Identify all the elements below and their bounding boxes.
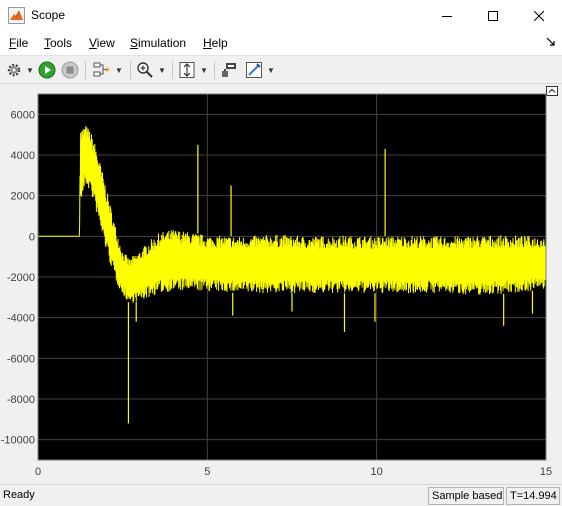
menu-view-mnemonic: V <box>89 36 97 50</box>
menu-tools[interactable]: Tools <box>44 36 72 50</box>
scale-axes-dropdown[interactable]: ▼ <box>199 62 209 78</box>
menu-help-mnemonic: H <box>203 36 212 50</box>
settings-dropdown[interactable]: ▼ <box>25 62 35 78</box>
style-button[interactable] <box>219 60 239 80</box>
y-tick-label: 4000 <box>11 150 35 162</box>
measurements-dropdown[interactable]: ▼ <box>266 62 276 78</box>
menu-help-label: elp <box>211 36 228 50</box>
cursor-measurements-button[interactable] <box>244 60 264 80</box>
zoom-dropdown[interactable]: ▼ <box>157 62 167 78</box>
x-tick-label: 15 <box>540 466 552 478</box>
y-tick-label: -2000 <box>7 272 35 284</box>
zoom-in-icon <box>137 62 153 78</box>
status-text: Ready <box>3 489 35 501</box>
sample-mode-indicator: Sample based <box>428 487 504 505</box>
y-tick-label: -6000 <box>7 353 35 365</box>
minimize-button[interactable] <box>424 0 470 31</box>
maximize-button[interactable] <box>470 0 516 31</box>
matlab-scope-icon <box>8 7 25 24</box>
title-bar: Scope <box>0 0 562 31</box>
dock-arrow-icon[interactable] <box>546 37 556 47</box>
settings-button[interactable] <box>4 60 24 80</box>
menu-file-label: ile <box>16 36 29 50</box>
toolbar-separator <box>214 61 215 79</box>
x-tick-label: 10 <box>371 466 383 478</box>
y-tick-label: 0 <box>29 231 35 243</box>
menu-simulation-label: imulation <box>138 36 187 50</box>
settings-gear-icon <box>7 63 21 77</box>
stop-icon <box>61 61 79 79</box>
run-button[interactable] <box>37 60 57 80</box>
menu-simulation-mnemonic: S <box>130 36 139 50</box>
signal-selector-button[interactable] <box>92 60 112 80</box>
menu-simulation[interactable]: Simulation <box>130 36 186 50</box>
y-tick-label: 6000 <box>11 109 35 121</box>
run-icon <box>38 61 56 79</box>
cursor-measurements-icon <box>246 62 262 78</box>
signal-selector-dropdown[interactable]: ▼ <box>114 62 124 78</box>
toolbar-separator <box>172 61 173 79</box>
toolbar: ▼ ▼ ▼ ▼ ▼ <box>0 55 562 84</box>
zoom-in-button[interactable] <box>135 60 155 80</box>
minimize-icon <box>442 15 452 17</box>
close-icon <box>534 10 544 21</box>
scale-axes-button[interactable] <box>177 60 197 80</box>
simulation-time-indicator: T=14.994 <box>506 487 560 505</box>
status-bar: Ready Sample based T=14.994 <box>0 484 562 506</box>
x-tick-label: 5 <box>204 466 210 478</box>
maximize-icon <box>488 10 498 21</box>
menu-tools-label: ools <box>50 36 73 50</box>
toolbar-separator <box>85 61 86 79</box>
x-tick-label: 0 <box>35 466 41 478</box>
y-tick-label: -10000 <box>1 435 35 447</box>
menu-file[interactable]: File <box>9 36 28 50</box>
menu-help[interactable]: Help <box>203 36 228 50</box>
y-tick-label: -4000 <box>7 313 35 325</box>
y-tick-label: -8000 <box>7 394 35 406</box>
toolbar-separator <box>130 61 131 79</box>
menu-view[interactable]: View <box>89 36 115 50</box>
close-button[interactable] <box>516 0 562 31</box>
menu-view-label: iew <box>96 36 115 50</box>
scale-axes-icon <box>179 62 195 78</box>
stop-button[interactable] <box>60 60 80 80</box>
signal-selector-icon <box>93 62 110 77</box>
style-icon <box>222 63 236 77</box>
window-title: Scope <box>31 8 66 22</box>
y-tick-label: 2000 <box>11 191 35 203</box>
scope-axes[interactable]: 0 5 10 15 6000 4000 2000 0 -2000 -4000 -6000 -8000 -… <box>0 84 562 484</box>
menu-bar: File Tools View Simulation Help <box>0 31 562 55</box>
